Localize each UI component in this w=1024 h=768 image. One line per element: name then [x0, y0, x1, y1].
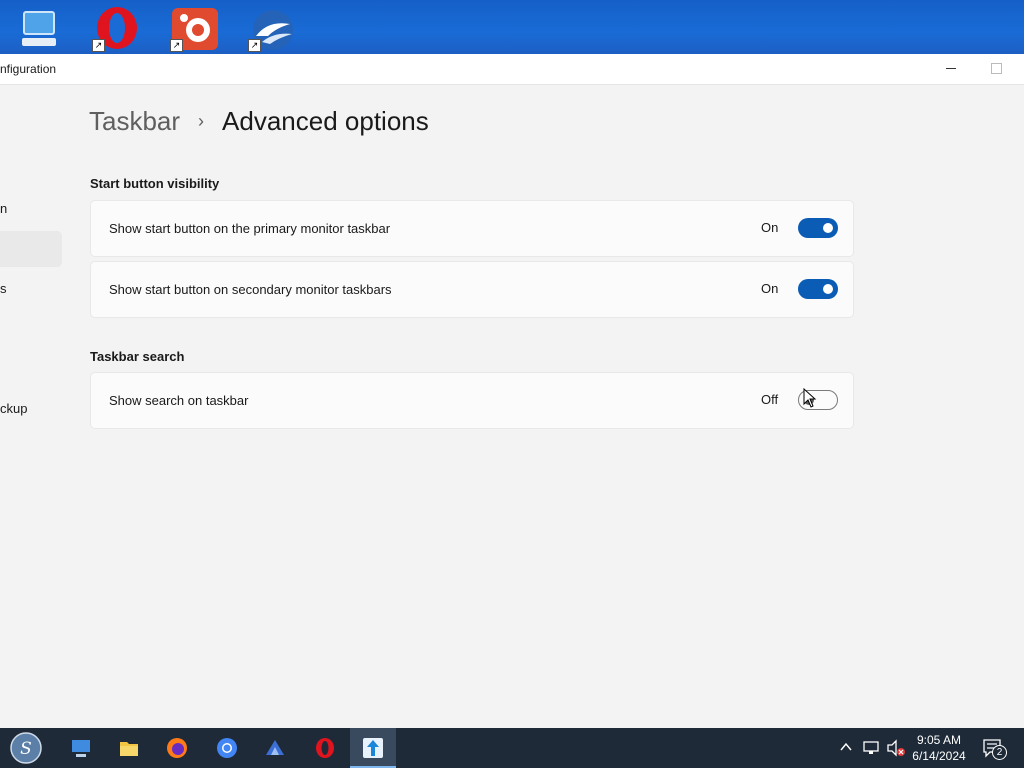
setting-label: Show search on taskbar — [109, 393, 249, 408]
start-button[interactable]: S — [2, 728, 48, 768]
file-explorer-icon — [120, 742, 138, 756]
chevron-right-icon: › — [198, 110, 205, 131]
chevron-up-icon — [840, 742, 852, 751]
window-title: nfiguration — [0, 62, 57, 76]
taskbar-opera[interactable] — [302, 728, 348, 768]
primary-start-button-toggle[interactable] — [798, 218, 838, 238]
openoffice-icon[interactable]: ↗ — [248, 6, 298, 52]
start-orb-icon: S — [10, 732, 42, 764]
breadcrumb-parent-link[interactable]: Taskbar — [89, 106, 180, 137]
volume-muted-icon — [887, 739, 905, 757]
clock[interactable]: 9:05 AM 6/14/2024 — [904, 732, 974, 764]
taskbar-file-explorer[interactable] — [106, 728, 152, 768]
shortcut-arrow-icon: ↗ — [170, 39, 183, 52]
clock-time: 9:05 AM — [916, 733, 962, 747]
taskbar-desktop[interactable] — [58, 728, 104, 768]
setting-row-secondary-start-button: Show start button on secondary monitor t… — [90, 261, 854, 318]
toggle-knob — [823, 223, 833, 233]
network-icon — [863, 741, 879, 754]
sidebar-item-selected[interactable] — [0, 231, 62, 267]
sidebar-item-3[interactable]: ckup — [0, 401, 27, 416]
setting-label: Show start button on the primary monitor… — [109, 221, 391, 236]
sidebar-item-2[interactable]: s — [0, 281, 7, 296]
taskbar-settings-app[interactable] — [350, 728, 396, 768]
setting-row-primary-start-button: Show start button on the primary monitor… — [90, 200, 854, 257]
computer-icon[interactable] — [14, 6, 64, 52]
notification-center-button[interactable]: 2 — [980, 728, 1010, 768]
firefox-icon — [167, 738, 187, 758]
bird-app-icon — [266, 740, 284, 755]
chrome-icon — [217, 738, 237, 758]
opera-icon — [316, 738, 334, 758]
desktop: ↗ ↗ ↗ — [0, 0, 1024, 54]
settings-app-icon — [363, 738, 383, 758]
shortcut-arrow-icon: ↗ — [248, 39, 261, 52]
desktop-icon — [72, 740, 90, 757]
gimp-icon[interactable]: ↗ — [170, 6, 220, 52]
notification-count-badge: 2 — [992, 745, 1007, 760]
setting-label: Show start button on secondary monitor t… — [109, 282, 392, 297]
section-title-start-button: Start button visibility — [90, 176, 220, 191]
maximize-button[interactable] — [973, 54, 1019, 84]
taskbar-firefox[interactable] — [154, 728, 200, 768]
title-bar[interactable]: nfiguration — [0, 54, 1024, 85]
setting-row-search-on-taskbar: Show search on taskbar Off — [90, 372, 854, 429]
clock-date: 6/14/2024 — [912, 749, 966, 763]
maximize-icon — [991, 63, 1002, 74]
breadcrumb: Taskbar › Advanced options — [89, 104, 429, 138]
minimize-button[interactable] — [928, 54, 974, 84]
settings-window: nfiguration n s ckup Taskbar › Advanced … — [0, 54, 1024, 728]
taskbar-bird-app[interactable] — [252, 728, 298, 768]
taskbar: S 9:05 AM 6/14/2024 2 — [0, 728, 1024, 768]
toggle-state-label: Off — [761, 392, 779, 407]
shortcut-arrow-icon: ↗ — [92, 39, 105, 52]
mouse-cursor-icon — [803, 388, 817, 408]
toggle-state-label: On — [761, 281, 779, 296]
toggle-state-label: On — [761, 220, 779, 235]
sidebar-item-1[interactable]: n — [0, 201, 7, 216]
svg-text:S: S — [20, 739, 32, 759]
secondary-start-button-toggle[interactable] — [798, 279, 838, 299]
section-title-taskbar-search: Taskbar search — [90, 349, 185, 364]
opera-icon[interactable]: ↗ — [92, 6, 142, 52]
taskbar-chrome[interactable] — [204, 728, 250, 768]
toggle-knob — [823, 284, 833, 294]
page-title: Advanced options — [222, 105, 429, 136]
minimize-icon — [946, 68, 956, 69]
